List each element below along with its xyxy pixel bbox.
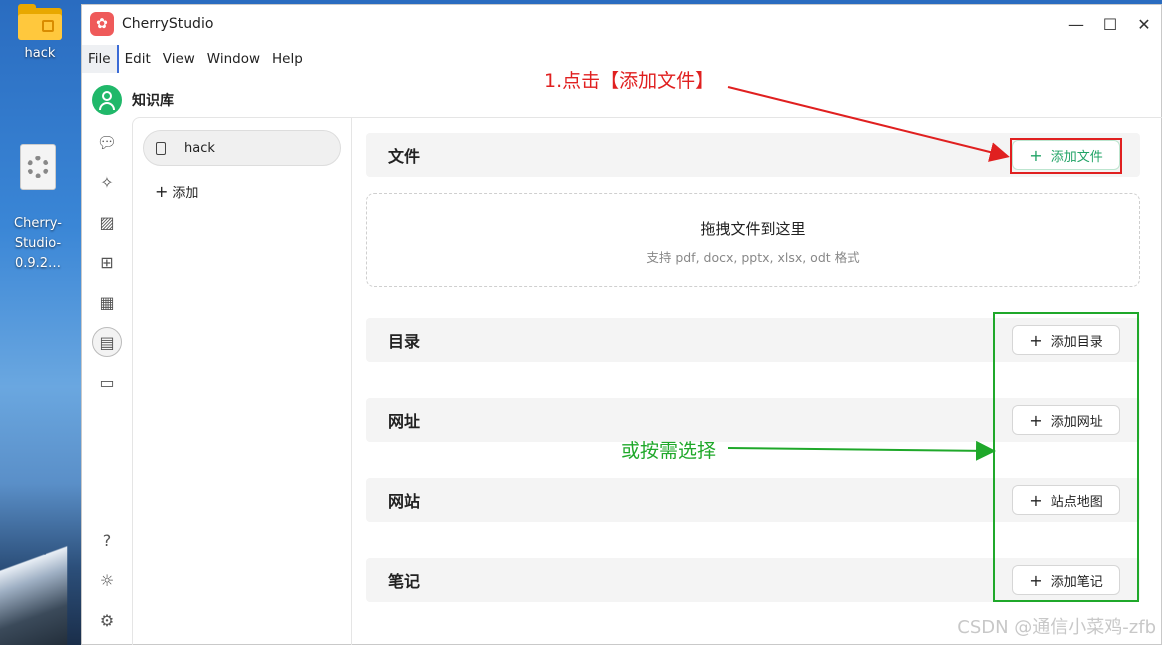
avatar-icon[interactable] [92,85,122,115]
menu-file[interactable]: File [82,45,119,73]
menu-edit[interactable]: Edit [119,45,157,73]
sparkle-icon[interactable]: ✧ [92,167,122,197]
menu-view[interactable]: View [157,45,201,73]
image-icon[interactable]: ▨ [92,207,122,237]
annotation-green-box [993,312,1139,602]
minimize-button[interactable]: — [1059,5,1093,43]
section-title: 网址 [388,412,421,431]
wallpaper-mountain [0,525,68,645]
menu-help[interactable]: Help [266,45,309,73]
image-edit-icon[interactable]: ⊞ [92,247,122,277]
document-icon [156,141,166,155]
maximize-button[interactable]: ☐ [1093,5,1127,43]
watermark: CSDN @通信小菜鸡-zfb [957,617,1156,638]
section-title: 笔记 [388,572,421,591]
plus-icon: + [155,182,169,201]
dropzone-title: 拖拽文件到这里 [700,220,806,238]
desktop-icon-label: Cherry- Studio-0.9.2… [14,216,62,271]
annotation-red-box [1010,138,1122,174]
cherry-logo-icon: ✿ [90,12,114,36]
desktop-icon-label: hack [24,46,56,61]
close-button[interactable]: ✕ [1127,5,1161,43]
section-title: 网站 [388,492,421,511]
desktop-icon-hack-folder[interactable]: hack [0,4,80,64]
desktop-icon-cherry-setup[interactable]: Cherry- Studio-0.9.2… [0,124,78,294]
knowledge-base-icon[interactable]: ▤ [92,327,122,357]
chat-icon[interactable]: 💬︎ [92,127,122,157]
add-knowledge-button[interactable]: + 添加 [155,182,351,201]
list-item-label: hack [184,140,215,156]
section-title: 目录 [388,332,421,351]
folder-icon [18,4,62,40]
list-item[interactable]: hack [143,130,341,166]
page-title: 知识库 [132,93,174,109]
annotation-red-text: 1.点击【添加文件】 [544,70,715,92]
theme-sun-icon[interactable]: ☼ [92,565,122,595]
window-title: CherryStudio [122,16,214,32]
annotation-green-text: 或按需选择 [621,440,717,462]
settings-gear-icon[interactable]: ⚙ [92,605,122,635]
dropzone-subtitle: 支持 pdf, docx, pptx, xlsx, odt 格式 [646,250,860,265]
setup-file-icon [20,144,56,190]
title-bar[interactable]: ✿ CherryStudio — ☐ ✕ [82,5,1161,43]
file-dropzone[interactable]: 拖拽文件到这里 支持 pdf, docx, pptx, xlsx, odt 格式 [366,193,1140,287]
knowledge-base-header: 知识库 [92,85,174,115]
apps-grid-icon[interactable]: ▦ [92,287,122,317]
menu-window[interactable]: Window [201,45,266,73]
folder-icon[interactable]: ▭ [92,367,122,397]
sidebar-rail: 💬︎ ✧ ▨ ⊞ ▦ ▤ ▭ ? ☼ ⚙ [82,117,132,645]
knowledge-list-panel: hack + 添加 [132,117,352,645]
help-icon[interactable]: ? [92,525,122,555]
section-title: 文件 [388,147,421,166]
add-label: 添加 [172,186,199,201]
